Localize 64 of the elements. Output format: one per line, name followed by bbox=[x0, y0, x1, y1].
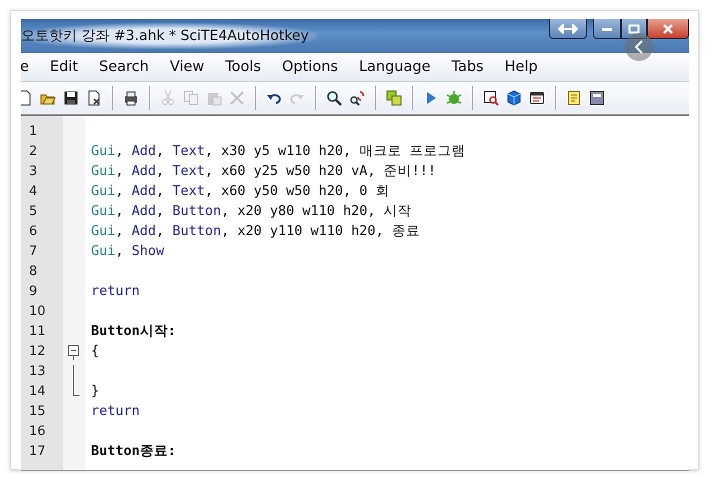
menu-item[interactable]: Options bbox=[282, 59, 338, 75]
menu-item[interactable]: Language bbox=[358, 59, 431, 75]
maximize-icon bbox=[628, 24, 640, 34]
code-line: Gui, Add, Button, x20 y110 w110 h20, 종료 bbox=[91, 223, 420, 239]
printer-icon[interactable] bbox=[123, 90, 139, 106]
previous-button[interactable] bbox=[625, 33, 653, 61]
code-line: Button시작: bbox=[91, 323, 176, 339]
line-number: 17 bbox=[28, 444, 46, 459]
code-line: Button종료: bbox=[91, 443, 176, 459]
line-number: 15 bbox=[28, 404, 46, 419]
line-number: 7 bbox=[28, 244, 38, 259]
double-arrow-icon bbox=[558, 24, 578, 34]
line-number: 5 bbox=[28, 204, 38, 219]
fold-minus-icon[interactable] bbox=[68, 345, 79, 360]
line-number: 4 bbox=[28, 184, 38, 199]
line-number: 8 bbox=[28, 264, 38, 279]
menu-item[interactable]: e bbox=[21, 59, 29, 75]
panel-icon[interactable] bbox=[589, 90, 605, 106]
menu-item[interactable]: Search bbox=[99, 59, 149, 75]
close-button[interactable] bbox=[647, 19, 689, 39]
code-line: Gui, Show bbox=[91, 243, 164, 259]
menu-item[interactable]: Edit bbox=[50, 59, 78, 75]
document-x-icon[interactable] bbox=[86, 90, 102, 106]
line-number: 12 bbox=[28, 344, 46, 359]
line-number: 16 bbox=[28, 424, 46, 439]
maximize-button[interactable] bbox=[621, 19, 647, 39]
fold-line bbox=[73, 365, 75, 385]
menu-item[interactable]: View bbox=[170, 59, 204, 75]
menu-item[interactable]: Tools bbox=[225, 59, 261, 75]
window-title: 오토핫키 강좌 #3.ahk * SciTE4AutoHotkey bbox=[21, 23, 317, 49]
cube-icon[interactable] bbox=[506, 90, 522, 106]
document-magnifier-icon[interactable] bbox=[483, 90, 499, 106]
resize-button[interactable] bbox=[549, 19, 587, 39]
line-number: 6 bbox=[28, 224, 38, 239]
fold-end-icon bbox=[73, 385, 80, 396]
magnifier-arrows-icon[interactable] bbox=[349, 90, 365, 106]
search-icon[interactable] bbox=[326, 90, 342, 106]
note-icon[interactable] bbox=[566, 90, 582, 106]
menu-item[interactable]: Help bbox=[504, 59, 538, 75]
new-file-icon[interactable] bbox=[21, 90, 33, 106]
line-number: 9 bbox=[28, 284, 38, 299]
window-icon[interactable] bbox=[529, 90, 545, 106]
code-line: Gui, Add, Text, x60 y25 w50 h20 vA, 준비!!! bbox=[91, 163, 436, 179]
line-number: 2 bbox=[28, 144, 38, 159]
code-line: } bbox=[91, 383, 100, 399]
chevron-left-icon bbox=[634, 40, 644, 54]
line-number: 14 bbox=[28, 384, 46, 399]
squares-icon[interactable] bbox=[386, 90, 402, 106]
code-line: return bbox=[91, 403, 140, 419]
line-number: 10 bbox=[28, 304, 46, 319]
line-number: 13 bbox=[28, 364, 46, 379]
code-line: { bbox=[91, 343, 100, 359]
code-line: Gui, Add, Button, x20 y80 w110 h20, 시작 bbox=[91, 203, 412, 219]
line-number: 3 bbox=[28, 164, 38, 179]
minimize-icon bbox=[601, 26, 613, 32]
menu-item[interactable]: Tabs bbox=[452, 59, 484, 75]
line-number: 11 bbox=[28, 324, 46, 339]
code-line: return bbox=[91, 283, 140, 299]
code-line: Gui, Add, Text, x30 y5 w110 h20, 매크로 프로그램 bbox=[91, 143, 466, 159]
code-line: Gui, Add, Text, x60 y50 w50 h20, 0 회 bbox=[91, 183, 390, 199]
minimize-button[interactable] bbox=[593, 19, 621, 39]
close-icon bbox=[662, 22, 674, 34]
bug-icon[interactable] bbox=[446, 90, 462, 106]
line-number: 1 bbox=[28, 124, 38, 139]
